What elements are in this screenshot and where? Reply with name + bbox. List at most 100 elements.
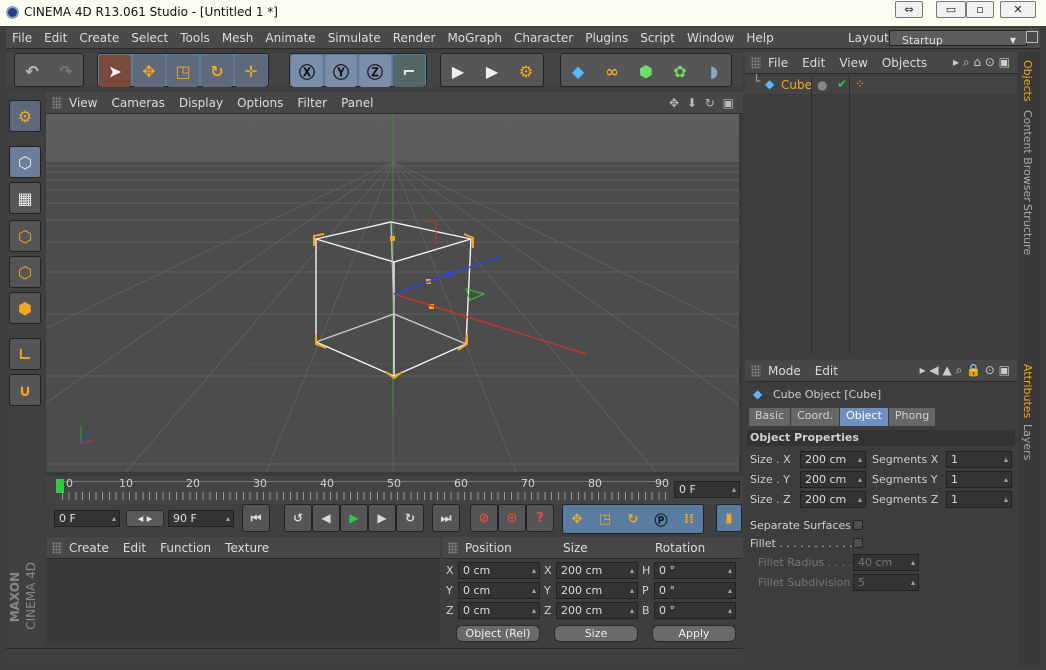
coord-system-icon[interactable]: ⌐ [393, 55, 425, 87]
viewport-canvas[interactable] [46, 114, 739, 472]
timeline[interactable]: 0 10 20 30 40 50 60 70 80 90 0 F [46, 476, 743, 504]
side-tab-objects[interactable]: Objects [1021, 60, 1034, 102]
viewport-menu-options[interactable]: Options [230, 96, 290, 110]
redo-icon[interactable]: ↷ [50, 55, 82, 87]
axis-x-icon[interactable]: Ⓧ [291, 55, 323, 87]
menu-create[interactable]: Create [73, 28, 125, 48]
deformer-icon[interactable]: ◗ [698, 55, 730, 87]
side-tab-attributes[interactable]: Attributes [1021, 364, 1034, 418]
segments-x-input[interactable]: 1 [946, 451, 1012, 468]
next-key-icon[interactable]: ↻ [396, 504, 424, 532]
render-view-icon[interactable]: ▶ [442, 55, 474, 87]
record-icon[interactable]: ⊘ [470, 504, 498, 532]
goto-end-icon[interactable]: ⏭ [432, 504, 460, 532]
minimize-button[interactable]: ▭ [936, 1, 966, 18]
position-z-field[interactable]: 0 cm [458, 602, 540, 619]
texture-mode-icon[interactable]: ▦ [9, 182, 41, 214]
menu-plugins[interactable]: Plugins [579, 28, 634, 48]
segments-z-input[interactable]: 1 [946, 491, 1012, 508]
object-menu-view[interactable]: View [832, 56, 874, 70]
tab-basic[interactable]: Basic [749, 408, 791, 426]
current-frame-field[interactable]: 0 F [674, 481, 740, 498]
attribute-menu-mode[interactable]: Mode [761, 364, 808, 378]
size-z-field[interactable]: 200 cm [556, 602, 638, 619]
rotation-b-field[interactable]: 0 ° [654, 602, 736, 619]
points-mode-icon[interactable]: ⬡ [9, 220, 41, 252]
viewport-menu-display[interactable]: Display [172, 96, 230, 110]
menu-help[interactable]: Help [740, 28, 779, 48]
object-name[interactable]: Cube [781, 78, 812, 92]
tab-object[interactable]: Object [840, 408, 888, 426]
range-slider[interactable]: ◂ ▸ [126, 510, 164, 527]
nurbs-icon[interactable]: ⬢ [630, 55, 662, 87]
key-param-icon[interactable]: Ⓟ [648, 506, 674, 532]
render-settings-icon[interactable]: ⚙ [510, 55, 542, 87]
render-picture-icon[interactable]: ▶ [476, 55, 508, 87]
viewport-menu-cameras[interactable]: Cameras [104, 96, 171, 110]
visibility-dots-icon[interactable]: ● [817, 78, 827, 92]
make-editable-icon[interactable]: ⚙ [9, 100, 41, 132]
material-menu-create[interactable]: Create [62, 541, 116, 555]
viewport-menu-filter[interactable]: Filter [290, 96, 334, 110]
edges-mode-icon[interactable]: ⬡ [9, 256, 41, 288]
key-position-icon[interactable]: ✥ [564, 506, 590, 532]
side-tab-layers[interactable]: Layers [1021, 424, 1034, 460]
size-x-field[interactable]: 200 cm [556, 562, 638, 579]
menu-character[interactable]: Character [508, 28, 579, 48]
menu-file[interactable]: File [6, 28, 38, 48]
add-icon[interactable]: ✛ [235, 55, 267, 87]
object-menu-edit[interactable]: Edit [795, 56, 832, 70]
scale-icon[interactable]: ◳ [167, 55, 199, 87]
menu-simulate[interactable]: Simulate [322, 28, 387, 48]
menu-mograph[interactable]: MoGraph [441, 28, 508, 48]
goto-start-icon[interactable]: ⏮ [242, 504, 270, 532]
next-frame-icon[interactable]: ▶ [368, 504, 396, 532]
position-y-field[interactable]: 0 cm [458, 582, 540, 599]
timeline-window-icon[interactable]: ▮ [716, 504, 742, 532]
side-tab-content-browser[interactable]: Content Browser [1021, 110, 1034, 202]
viewport-nav-icons[interactable]: ✥ ⬇ ↻ ▣ [662, 96, 743, 110]
viewport-menu-view[interactable]: View [62, 96, 104, 110]
model-mode-icon[interactable]: ⬡ [9, 146, 41, 178]
key-scale-icon[interactable]: ◳ [592, 506, 618, 532]
object-menu-objects[interactable]: Objects [875, 56, 934, 70]
key-pla-icon[interactable]: ⁞⁞ [676, 506, 702, 532]
menu-mesh[interactable]: Mesh [216, 28, 260, 48]
material-menu-function[interactable]: Function [153, 541, 218, 555]
viewport-menu-panel[interactable]: Panel [334, 96, 380, 110]
mograph-icon[interactable]: ✿ [664, 55, 696, 87]
start-frame-field[interactable]: 0 F [54, 510, 120, 527]
close-button[interactable]: ✕ [1000, 1, 1036, 18]
material-menu-edit[interactable]: Edit [116, 541, 153, 555]
size-z-input[interactable]: 200 cm [800, 491, 866, 508]
rotate-icon[interactable]: ↻ [201, 55, 233, 87]
undo-icon[interactable]: ↶ [16, 55, 48, 87]
menu-script[interactable]: Script [634, 28, 681, 48]
object-toolbar-icons[interactable]: ▸ ⌕ ⌂ ⊙ ▣ [946, 55, 1017, 70]
fillet-checkbox[interactable] [853, 538, 863, 548]
object-row[interactable]: └ ◆ Cube ● ✔ ⁘ [745, 74, 1017, 94]
object-menu-file[interactable]: File [761, 56, 795, 70]
end-frame-field[interactable]: 90 F [168, 510, 234, 527]
attribute-toolbar-icons[interactable]: ▸ ◀ ▲ ⌕ 🔒 ⊙ ▣ [913, 363, 1017, 378]
tab-coord[interactable]: Coord. [791, 408, 840, 426]
menu-render[interactable]: Render [387, 28, 442, 48]
material-menu-texture[interactable]: Texture [218, 541, 276, 555]
prev-frame-icon[interactable]: ◀ [312, 504, 340, 532]
move-icon[interactable]: ✥ [133, 55, 165, 87]
select-live-icon[interactable]: ➤ [99, 55, 131, 87]
size-mode-select[interactable]: Size [554, 625, 638, 642]
panel-toggle-icon[interactable] [1026, 31, 1038, 43]
enabled-check-icon[interactable]: ✔ [837, 77, 847, 91]
coord-mode-select[interactable]: Object (Rel) [456, 625, 540, 642]
menu-edit[interactable]: Edit [38, 28, 73, 48]
menu-select[interactable]: Select [125, 28, 174, 48]
tab-phong[interactable]: Phong [888, 408, 936, 426]
size-y-field[interactable]: 200 cm [556, 582, 638, 599]
resize-button[interactable]: ⇔ [895, 1, 923, 18]
menu-window[interactable]: Window [681, 28, 740, 48]
spline-icon[interactable]: ∞ [596, 55, 628, 87]
menu-animate[interactable]: Animate [259, 28, 321, 48]
axis-z-icon[interactable]: Ⓩ [359, 55, 391, 87]
maximize-button[interactable]: ▫ [966, 1, 994, 18]
